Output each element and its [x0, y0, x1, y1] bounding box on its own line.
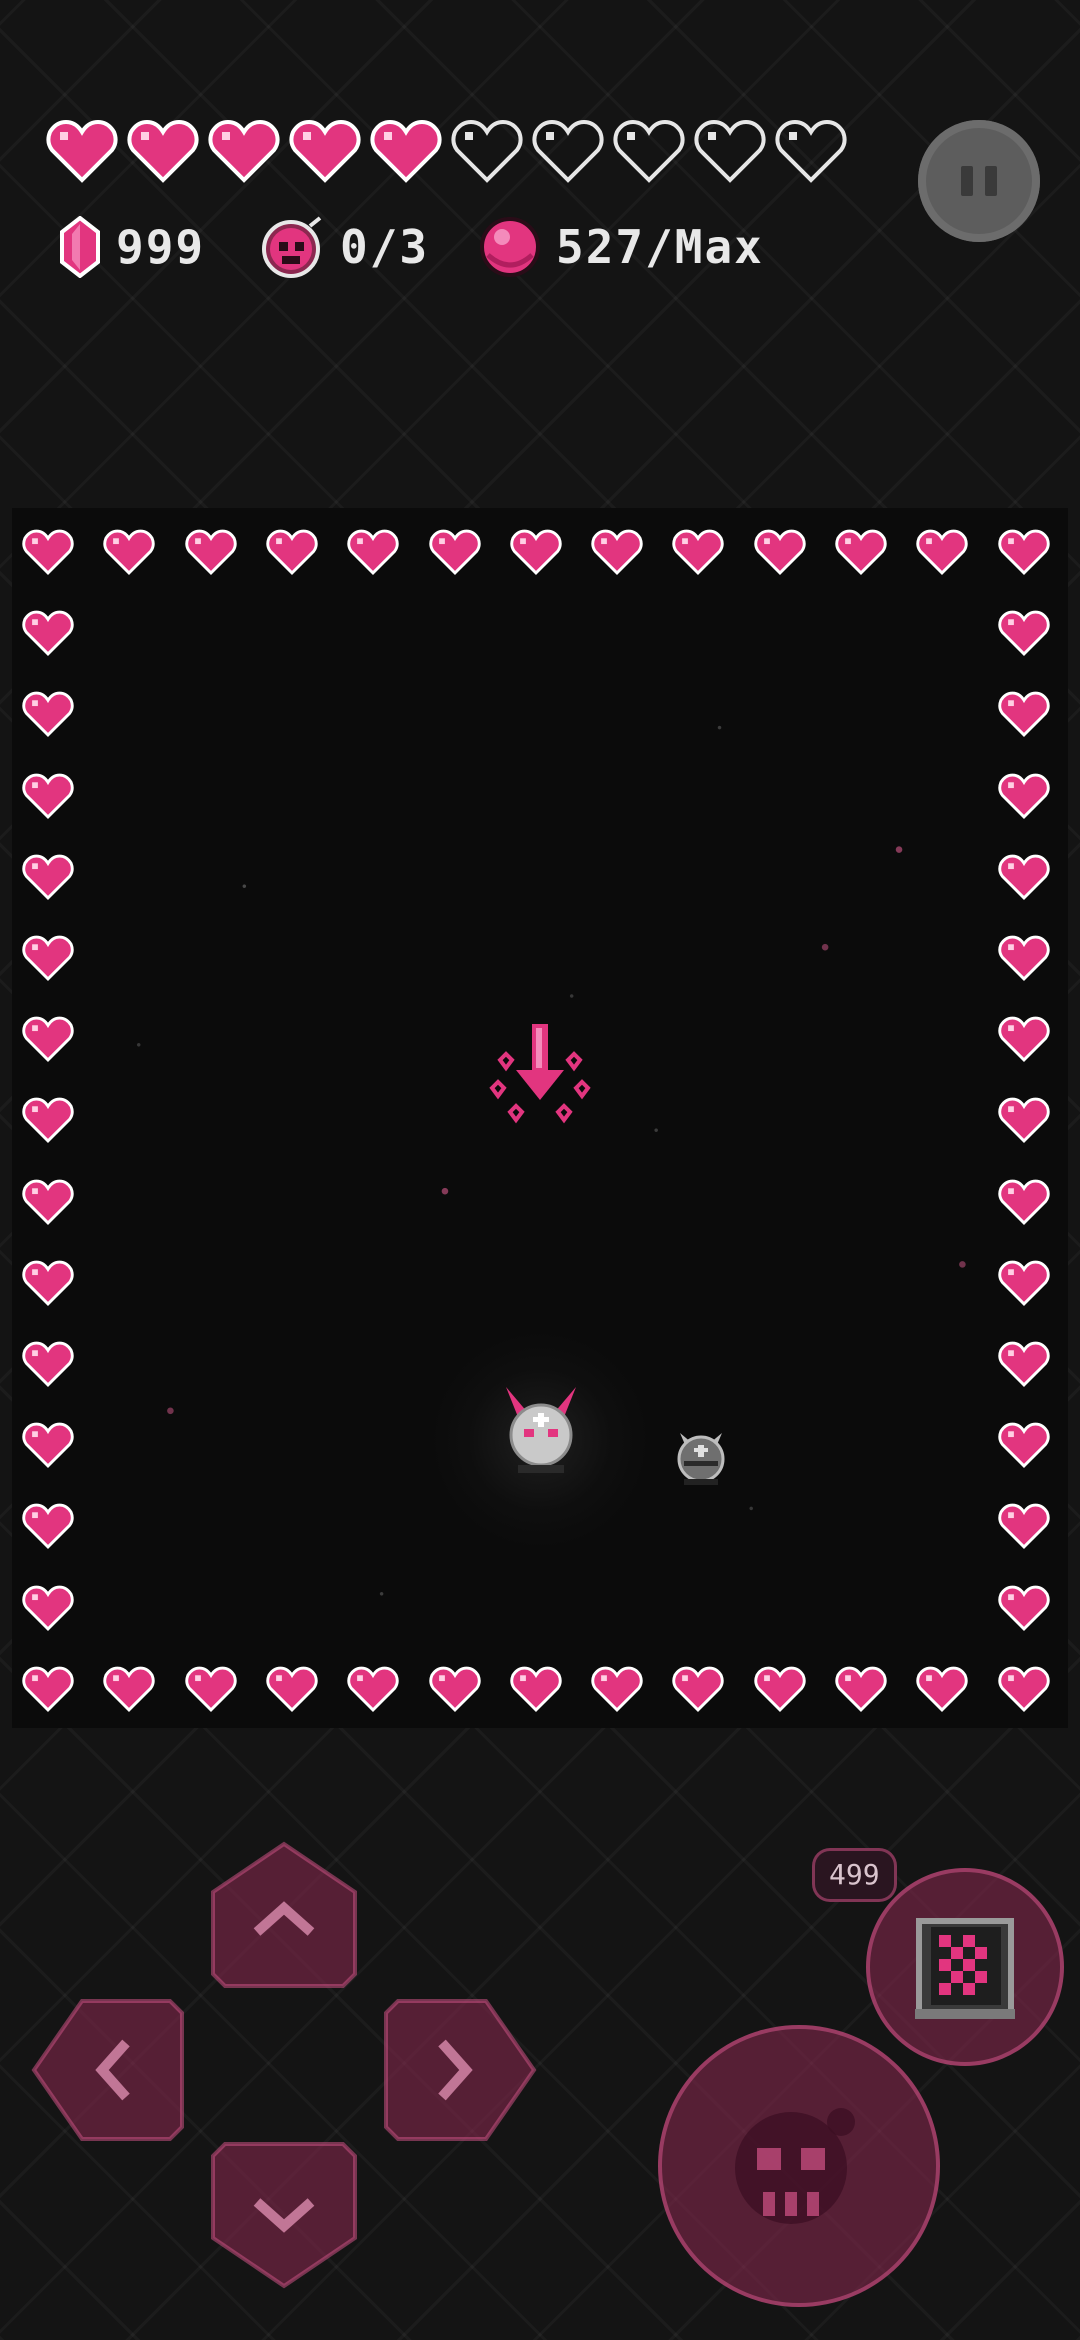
border-heart-icon [835, 528, 887, 576]
arrow-right-icon [384, 1999, 537, 2141]
dpad-left-button[interactable] [30, 1995, 188, 2145]
border-heart-icon [22, 528, 74, 576]
border-heart-icon [997, 1665, 1050, 1713]
dpad-right-button[interactable] [380, 1995, 538, 2145]
bomb-icon [262, 216, 322, 278]
bomb-count: 0/3 [340, 220, 430, 274]
border-heart-icon [184, 1665, 237, 1713]
border-heart-icon [22, 853, 74, 901]
border-heart-icon [672, 1665, 725, 1713]
border-heart-icon [22, 1178, 74, 1226]
border-heart-icon [22, 690, 74, 738]
border-heart-icon [22, 1665, 74, 1713]
border-heart-icon [997, 772, 1050, 820]
border-heart-icon [22, 1584, 74, 1632]
border-heart-icon [753, 528, 806, 576]
map-button[interactable] [866, 1868, 1064, 2066]
border-heart-icon [672, 528, 725, 576]
map-count-badge: 499 [812, 1848, 897, 1902]
health-bar [46, 118, 856, 190]
heart-full-icon [127, 118, 208, 190]
border-heart-icon [22, 1259, 74, 1307]
bomb-counter: 0/3 [260, 212, 429, 282]
orb-count: 527/Max [556, 220, 764, 274]
border-heart-icon [266, 1665, 318, 1713]
border-heart-icon [103, 1665, 156, 1713]
arrow-up-icon [211, 1841, 357, 1988]
gem-icon [60, 216, 100, 278]
heart-full-icon [289, 118, 370, 190]
border-heart-icon [916, 1665, 969, 1713]
border-heart-icon [997, 1259, 1050, 1307]
border-heart-icon [835, 1665, 887, 1713]
dpad-up-button[interactable] [205, 1840, 363, 1990]
heart-empty-icon [451, 118, 532, 190]
border-heart-icon [184, 528, 237, 576]
border-heart-icon [428, 1665, 481, 1713]
heart-full-icon [46, 118, 127, 190]
border-heart-icon [997, 1340, 1050, 1388]
game-screen: 999 0/3 527/Max 499 [0, 0, 1080, 2340]
skull-bomb-icon [735, 2108, 855, 2224]
border-heart-icon [591, 528, 643, 576]
border-heart-icon [997, 1015, 1050, 1063]
heart-full-icon [370, 118, 451, 190]
border-heart-icon [997, 528, 1050, 576]
border-heart-icon [997, 853, 1050, 901]
arrow-down-icon [211, 2142, 357, 2289]
pause-icon [961, 166, 973, 196]
border-heart-icon [591, 1665, 643, 1713]
border-heart-icon [22, 772, 74, 820]
heart-empty-icon [532, 118, 613, 190]
arrow-left-icon [31, 1999, 184, 2141]
heart-full-icon [208, 118, 289, 190]
border-heart-icon [916, 528, 969, 576]
player-character [498, 1383, 584, 1479]
border-heart-icon [753, 1665, 806, 1713]
bomb-button[interactable] [658, 2025, 940, 2307]
gem-counter: 999 [58, 212, 205, 282]
enemy-knight [670, 1425, 732, 1487]
heart-empty-icon [613, 118, 694, 190]
border-heart-icon [22, 1340, 74, 1388]
border-heart-icon [22, 1502, 74, 1550]
border-heart-icon [428, 528, 481, 576]
border-heart-icon [510, 528, 562, 576]
border-heart-icon [997, 934, 1050, 982]
heart-empty-icon [775, 118, 856, 190]
border-heart-icon [22, 934, 74, 982]
border-heart-icon [22, 1421, 74, 1469]
gem-count: 999 [116, 220, 206, 274]
border-heart-icon [22, 609, 74, 657]
heart-empty-icon [694, 118, 775, 190]
map-icon [915, 1918, 1015, 2019]
dpad-down-button[interactable] [205, 2140, 363, 2290]
spawn-marker [482, 1020, 598, 1150]
pause-button[interactable] [918, 120, 1040, 242]
border-heart-icon [997, 1096, 1050, 1144]
border-heart-icon [22, 1096, 74, 1144]
orb-icon [480, 217, 540, 277]
border-heart-icon [347, 1665, 399, 1713]
border-heart-icon [997, 1178, 1050, 1226]
border-heart-icon [347, 528, 399, 576]
border-heart-icon [266, 528, 318, 576]
border-heart-icon [997, 1421, 1050, 1469]
border-heart-icon [997, 690, 1050, 738]
border-heart-icon [997, 1584, 1050, 1632]
orb-counter: 527/Max [478, 212, 764, 282]
border-heart-icon [510, 1665, 562, 1713]
border-heart-icon [22, 1015, 74, 1063]
border-heart-icon [997, 609, 1050, 657]
border-heart-icon [103, 528, 156, 576]
border-heart-icon [997, 1502, 1050, 1550]
